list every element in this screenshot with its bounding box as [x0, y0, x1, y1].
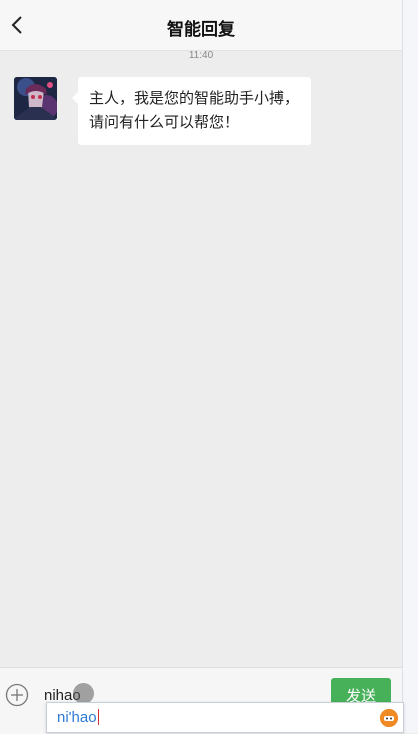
anime-avatar-image — [14, 77, 57, 120]
message-bubble: 主人，我是您的智能助手小搏，请问有什么可以帮您！ — [72, 77, 311, 145]
window-edge — [402, 0, 418, 733]
page-title: 智能回复 — [167, 20, 235, 39]
ime-composition-text: ni'hao — [57, 709, 99, 726]
touch-cursor-indicator — [73, 683, 94, 704]
plus-circle-icon — [5, 683, 29, 707]
ime-caret — [97, 709, 99, 725]
bot-avatar[interactable] — [14, 77, 57, 120]
ime-logo-icon[interactable] — [380, 709, 398, 727]
header-bar: 智能回复 — [0, 0, 402, 51]
ime-candidate-popup[interactable]: ni'hao — [46, 702, 404, 733]
add-button[interactable] — [5, 683, 29, 707]
message-timestamp: 11:40 — [188, 50, 214, 61]
ime-logo-glyph — [380, 709, 398, 727]
ime-composition-value: ni'hao — [57, 709, 97, 726]
phone-frame: 智能回复 11:40 主人，我是您的智能助手小搏，请问有什么可以帮您！ 发送 — [0, 0, 402, 734]
